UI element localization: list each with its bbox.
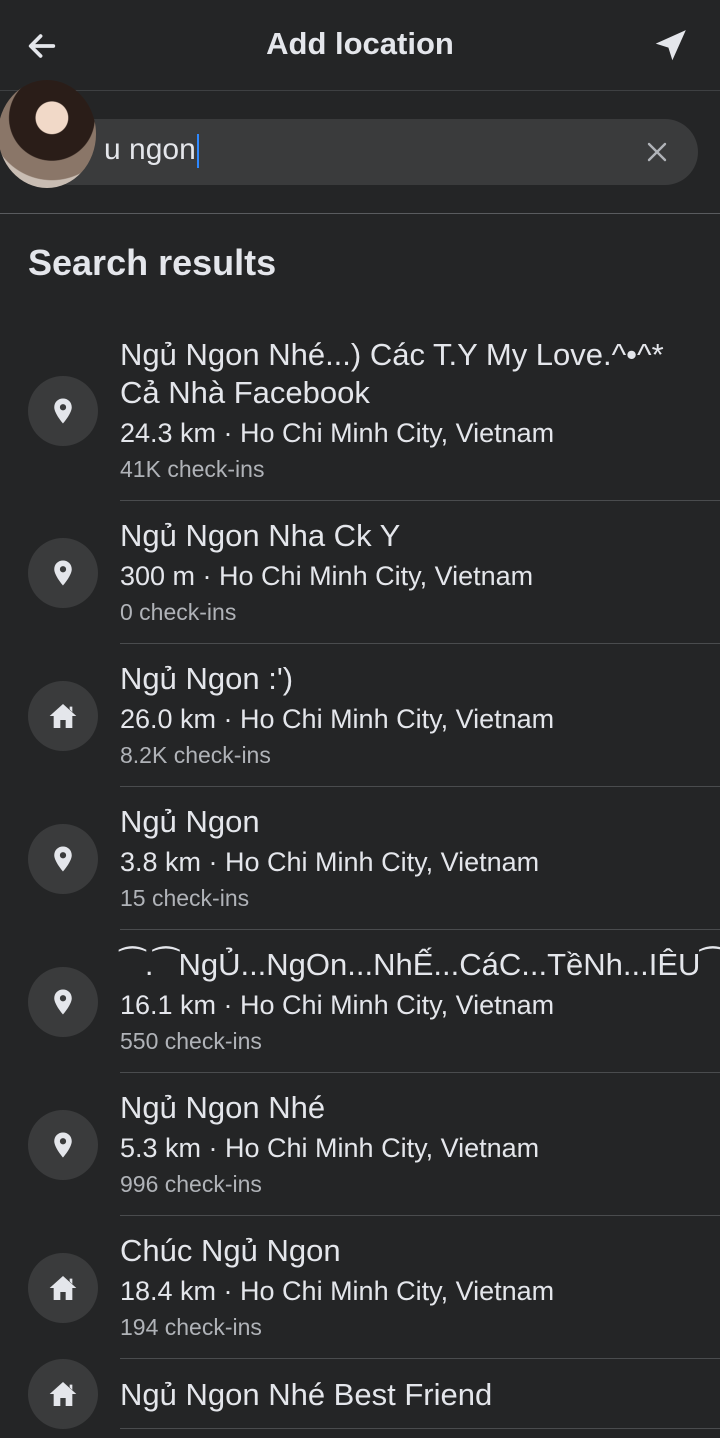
- location-pin-icon: [28, 375, 98, 446]
- result-checkins: 41K check-ins: [120, 456, 265, 482]
- location-pin-icon: [28, 1109, 98, 1180]
- result-details: ⁀.⁀NgỦ...NgOn...NhẾ...CáC...TềNh...IÊU⁀.…: [120, 930, 720, 1073]
- result-name: Ngủ Ngon :'): [120, 661, 294, 696]
- search-input[interactable]: u ngon: [104, 133, 199, 169]
- home-icon: [28, 1252, 98, 1323]
- text-caret: [196, 134, 199, 169]
- result-checkins: 194 check-ins: [120, 1314, 262, 1340]
- result-name: Ngủ Ngon Nhé Best Friend: [120, 1376, 493, 1412]
- avatar: [0, 80, 96, 188]
- search-row: u ngon: [0, 91, 720, 214]
- result-item[interactable]: Ngủ Ngon :') 26.0 km · Ho Chi Minh City, …: [0, 644, 720, 787]
- result-item[interactable]: ⁀.⁀NgỦ...NgOn...NhẾ...CáC...TềNh...IÊU⁀.…: [0, 930, 720, 1073]
- result-details: Ngủ Ngon Nhé Best Friend: [120, 1360, 720, 1429]
- result-distance-location: 26.0 km · Ho Chi Minh City, Vietnam: [120, 704, 555, 734]
- result-item[interactable]: Ngủ Ngon 3.8 km · Ho Chi Minh City, Vietn…: [0, 787, 720, 930]
- result-name: Ngủ Ngon Nha Ck Y: [120, 518, 401, 553]
- result-distance-location: 18.4 km · Ho Chi Minh City, Vietnam: [120, 1276, 555, 1306]
- top-bar: Add location: [0, 0, 720, 91]
- result-name: ⁀.⁀NgỦ...NgOn...NhẾ...CáC...TềNh...IÊU⁀.…: [120, 947, 720, 982]
- search-input-text: u ngon: [104, 133, 196, 166]
- page-title: Add location: [266, 26, 454, 61]
- add-location-screen: Add location u ngon Search results Ngủ N…: [0, 0, 720, 1438]
- result-item[interactable]: Ngủ Ngon Nha Ck Y 300 m · Ho Chi Minh Cit…: [0, 501, 720, 644]
- result-details: Ngủ Ngon Nhé...) Các T.Y My Love.^•^* Cả…: [120, 320, 720, 501]
- result-item[interactable]: Ngủ Ngon Nhé 5.3 km · Ho Chi Minh City, V…: [0, 1073, 720, 1216]
- result-distance-location: 5.3 km · Ho Chi Minh City, Vietnam: [120, 1133, 540, 1163]
- result-checkins: 0 check-ins: [120, 599, 237, 625]
- result-name: Ngủ Ngon Nhé...) Các T.Y My Love.^•^* Cả…: [120, 337, 664, 410]
- navigation-arrow-icon: [655, 30, 686, 61]
- close-icon: [647, 142, 667, 162]
- current-location-button[interactable]: [646, 22, 694, 70]
- result-name: Ngủ Ngon: [120, 804, 260, 839]
- result-checkins: 8.2K check-ins: [120, 742, 271, 768]
- result-checkins: 996 check-ins: [120, 1171, 262, 1197]
- search-results-heading: Search results: [28, 242, 277, 283]
- result-item[interactable]: Chúc Ngủ Ngon 18.4 km · Ho Chi Minh City,…: [0, 1216, 720, 1359]
- result-distance-location: 24.3 km · Ho Chi Minh City, Vietnam: [120, 418, 555, 448]
- result-checkins: 15 check-ins: [120, 885, 250, 911]
- result-details: Ngủ Ngon :') 26.0 km · Ho Chi Minh City, …: [120, 644, 720, 787]
- result-details: Ngủ Ngon Nhé 5.3 km · Ho Chi Minh City, V…: [120, 1073, 720, 1216]
- home-icon: [28, 1359, 98, 1429]
- location-pin-icon: [28, 823, 98, 894]
- result-name: Ngủ Ngon Nhé: [120, 1090, 326, 1125]
- result-distance-location: 300 m · Ho Chi Minh City, Vietnam: [120, 561, 534, 591]
- home-icon: [28, 680, 98, 751]
- result-distance-location: 3.8 km · Ho Chi Minh City, Vietnam: [120, 847, 540, 877]
- result-details: Ngủ Ngon 3.8 km · Ho Chi Minh City, Vietn…: [120, 787, 720, 930]
- result-checkins: 550 check-ins: [120, 1028, 262, 1054]
- result-distance-location: 16.1 km · Ho Chi Minh City, Vietnam: [120, 990, 555, 1020]
- result-item[interactable]: Ngủ Ngon Nhé...) Các T.Y My Love.^•^* Cả…: [0, 320, 720, 501]
- results-list: Ngủ Ngon Nhé...) Các T.Y My Love.^•^* Cả…: [0, 320, 720, 1429]
- clear-search-button[interactable]: [642, 137, 672, 167]
- result-item[interactable]: Ngủ Ngon Nhé Best Friend: [0, 1359, 720, 1429]
- result-details: Ngủ Ngon Nha Ck Y 300 m · Ho Chi Minh Cit…: [120, 501, 720, 644]
- location-pin-icon: [28, 966, 98, 1037]
- result-details: Chúc Ngủ Ngon 18.4 km · Ho Chi Minh City,…: [120, 1216, 720, 1359]
- location-pin-icon: [28, 537, 98, 608]
- search-field[interactable]: u ngon: [38, 119, 698, 185]
- result-name: Chúc Ngủ Ngon: [120, 1233, 341, 1268]
